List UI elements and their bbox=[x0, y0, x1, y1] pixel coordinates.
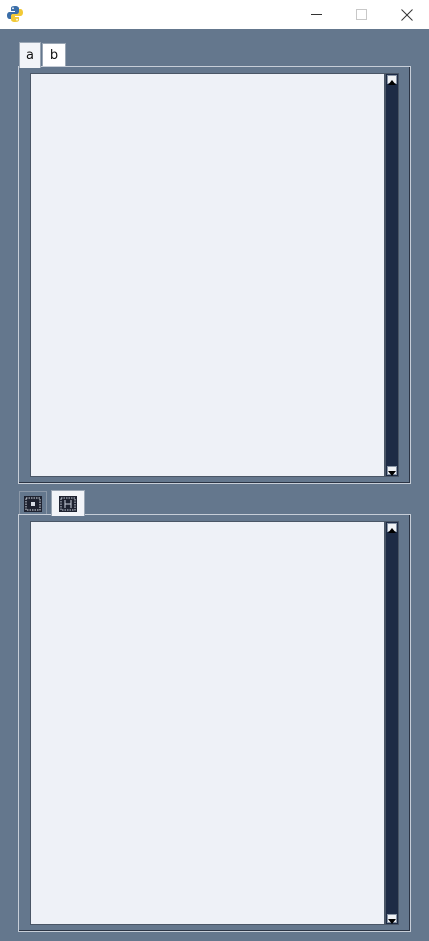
tab-a[interactable]: a bbox=[19, 42, 41, 68]
top-notebook: a b bbox=[18, 40, 411, 484]
arrow-down-icon bbox=[388, 909, 396, 928]
minimize-button[interactable] bbox=[294, 0, 339, 29]
arrow-up-icon bbox=[388, 70, 396, 89]
chip-frame-icon bbox=[24, 495, 42, 512]
scroll-down-button[interactable] bbox=[387, 914, 397, 924]
bottom-notebook bbox=[18, 488, 411, 932]
tab-b-label: b bbox=[49, 48, 59, 63]
text-area[interactable] bbox=[30, 73, 385, 477]
vertical-scrollbar[interactable] bbox=[385, 521, 399, 925]
python-logo-icon bbox=[6, 5, 24, 23]
scroll-up-button[interactable] bbox=[387, 75, 397, 85]
arrow-down-icon bbox=[388, 461, 396, 480]
scroll-down-button[interactable] bbox=[387, 466, 397, 476]
title-bar bbox=[0, 0, 429, 29]
tab-pane bbox=[18, 66, 411, 484]
circuit-board-icon bbox=[59, 495, 77, 512]
arrow-up-icon bbox=[388, 518, 396, 537]
tab-b[interactable]: b bbox=[42, 43, 66, 67]
close-button[interactable] bbox=[384, 0, 429, 29]
text-area[interactable] bbox=[30, 521, 385, 925]
minimize-icon bbox=[311, 9, 322, 20]
close-icon bbox=[400, 8, 413, 21]
tab-pane bbox=[18, 514, 411, 932]
tab-chip[interactable] bbox=[19, 491, 47, 515]
tab-board[interactable] bbox=[51, 490, 85, 516]
maximize-button[interactable] bbox=[339, 0, 384, 29]
tab-a-label: a bbox=[26, 48, 34, 63]
maximize-icon bbox=[356, 9, 367, 20]
vertical-scrollbar[interactable] bbox=[385, 73, 399, 477]
scroll-up-button[interactable] bbox=[387, 523, 397, 533]
